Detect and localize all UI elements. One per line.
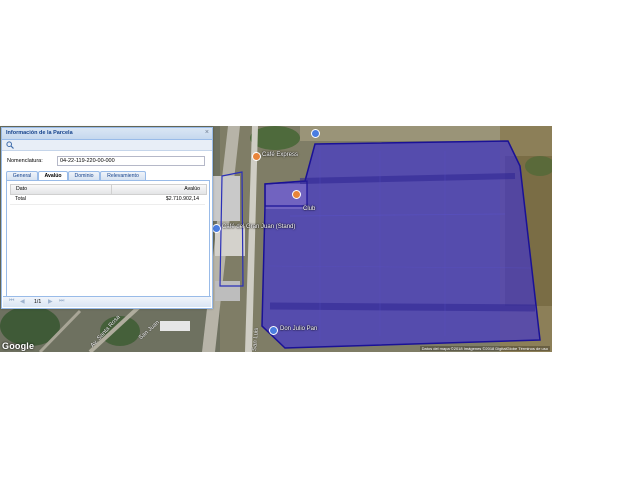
grid-header: Dato Avalúo xyxy=(10,184,207,195)
next-page-icon[interactable]: ▶ xyxy=(48,298,53,305)
tab-relevamiento[interactable]: Relevamiento xyxy=(100,171,146,180)
table-row[interactable]: Total $2.710.902,14 xyxy=(10,195,205,205)
parcel-info-window: Información de la Parcela × Nomenclatura… xyxy=(1,127,213,309)
cell-avaluo: $2.710.902,14 xyxy=(165,196,199,202)
nomenclatura-row: Nomenclatura: 04-22-119-220-00-000 xyxy=(7,155,207,167)
stand-label: Café del Gran Juan (Stand) xyxy=(222,224,296,230)
google-logo: Google xyxy=(2,341,35,351)
column-header-avaluo[interactable]: Avalúo xyxy=(184,186,200,192)
window-header[interactable]: Información de la Parcela × xyxy=(2,128,212,140)
prev-page-icon[interactable]: ◀ xyxy=(20,298,25,305)
cafe-poi-icon[interactable] xyxy=(252,152,261,161)
search-icon[interactable] xyxy=(6,141,14,151)
last-page-icon[interactable]: ⏭ xyxy=(59,298,64,305)
pan-poi-icon[interactable] xyxy=(269,326,278,335)
column-divider xyxy=(111,185,112,194)
avaluo-panel: Dato Avalúo Total $2.710.902,14 xyxy=(6,180,210,297)
tab-general[interactable]: General xyxy=(6,171,38,180)
close-icon[interactable]: × xyxy=(205,129,209,136)
page-indicator: 1/1 xyxy=(34,299,42,305)
map-attribution[interactable]: Datos del mapa ©2018 Imágenes ©2018 Digi… xyxy=(419,346,550,351)
paging-toolbar: ⏮ ◀ 1/1 ▶ ⏭ xyxy=(3,296,211,307)
club-label: Club xyxy=(303,206,316,212)
tab-dominio[interactable]: Dominio xyxy=(68,171,100,180)
column-header-dato[interactable]: Dato xyxy=(16,186,27,192)
nomenclatura-label: Nomenclatura: xyxy=(7,158,43,164)
stand-poi-icon[interactable] xyxy=(212,224,221,233)
top-poi-icon[interactable] xyxy=(311,129,320,138)
pan-label: Don Julio Pan xyxy=(280,326,318,332)
window-toolbar xyxy=(2,140,212,151)
window-title: Información de la Parcela xyxy=(6,130,73,136)
first-page-icon[interactable]: ⏮ xyxy=(9,298,14,305)
cell-dato: Total xyxy=(15,196,26,202)
cafe-label: Café Express xyxy=(262,152,299,158)
club-poi-icon[interactable] xyxy=(292,190,301,199)
nomenclatura-field[interactable]: 04-22-119-220-00-000 xyxy=(57,156,205,166)
